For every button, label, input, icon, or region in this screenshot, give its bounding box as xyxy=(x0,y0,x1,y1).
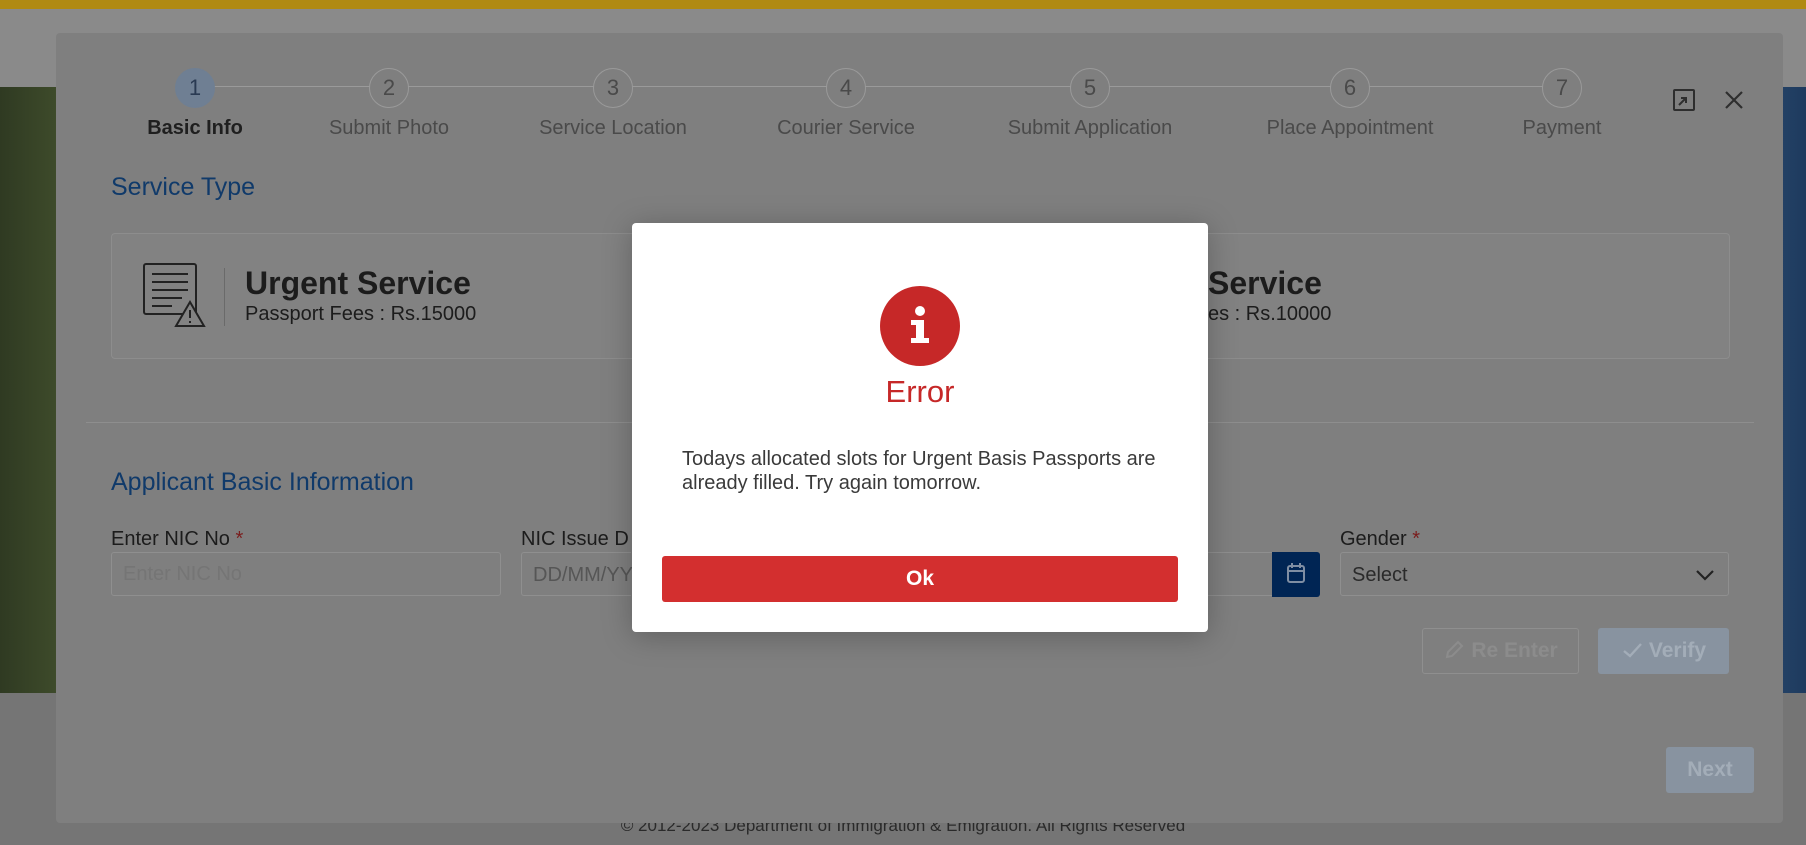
step-number: 1 xyxy=(175,68,215,108)
document-warning-icon xyxy=(142,262,206,328)
step-label: Submit Application xyxy=(1007,117,1173,139)
nic-issue-date-label: NIC Issue D xyxy=(521,528,629,550)
step-number: 4 xyxy=(826,68,866,108)
required-mark: * xyxy=(235,528,244,550)
normal-service-fee: es : Rs.10000 xyxy=(1208,303,1332,325)
calendar-button[interactable] xyxy=(1272,552,1320,597)
step-courier-service[interactable]: 4 Courier Service xyxy=(736,68,956,140)
step-number: 3 xyxy=(593,68,633,108)
check-icon xyxy=(1623,643,1642,658)
ok-button[interactable]: Ok xyxy=(662,556,1178,602)
step-label: Service Location xyxy=(539,117,687,139)
re-enter-label: Re Enter xyxy=(1471,639,1558,662)
verify-label: Verify xyxy=(1648,639,1707,662)
step-place-appointment[interactable]: 6 Place Appointment xyxy=(1240,68,1460,140)
service-type-title: Service Type xyxy=(111,173,256,201)
step-label: Place Appointment xyxy=(1266,117,1434,139)
close-icon[interactable] xyxy=(1720,86,1748,114)
step-label: Payment xyxy=(1522,117,1602,139)
gender-label-text: Gender xyxy=(1340,528,1407,550)
nic-input[interactable] xyxy=(111,552,501,596)
service-divider xyxy=(224,268,225,326)
wizard-stepper: 1 Basic Info 2 Submit Photo 3 Service Lo… xyxy=(0,0,1806,160)
gender-select[interactable]: Select xyxy=(1340,552,1729,596)
next-button[interactable]: Next xyxy=(1666,747,1754,793)
error-title: Error xyxy=(885,374,955,409)
step-number: 5 xyxy=(1070,68,1110,108)
step-payment[interactable]: 7 Payment xyxy=(1452,68,1672,140)
re-enter-button[interactable]: Re Enter xyxy=(1422,628,1579,674)
nic-label: Enter NIC No * xyxy=(111,528,243,551)
applicant-info-title: Applicant Basic Information xyxy=(111,468,414,496)
pencil-icon xyxy=(1446,640,1464,659)
step-submit-photo[interactable]: 2 Submit Photo xyxy=(279,68,499,140)
date-input[interactable] xyxy=(1208,552,1274,596)
nic-issue-date-input[interactable]: DD/MM/YY xyxy=(521,552,633,596)
required-mark: * xyxy=(1412,528,1421,550)
step-number: 6 xyxy=(1330,68,1370,108)
step-service-location[interactable]: 3 Service Location xyxy=(503,68,723,140)
step-label: Courier Service xyxy=(777,117,915,139)
nic-label-text: Enter NIC No xyxy=(111,528,230,550)
step-number: 7 xyxy=(1542,68,1582,108)
normal-service-title[interactable]: Service xyxy=(1208,265,1322,302)
info-icon xyxy=(880,286,960,366)
verify-button[interactable]: Verify xyxy=(1598,628,1729,674)
gender-select-value: Select xyxy=(1352,564,1408,586)
urgent-service-title[interactable]: Urgent Service xyxy=(245,265,471,302)
step-label: Submit Photo xyxy=(328,117,450,139)
step-label: Basic Info xyxy=(147,117,243,139)
chevron-down-icon xyxy=(1696,570,1714,581)
expand-icon[interactable] xyxy=(1670,86,1698,114)
step-submit-application[interactable]: 5 Submit Application xyxy=(980,68,1200,140)
step-basic-info[interactable]: 1 Basic Info xyxy=(85,68,305,140)
gender-label: Gender * xyxy=(1340,528,1420,551)
step-number: 2 xyxy=(369,68,409,108)
error-message: Todays allocated slots for Urgent Basis … xyxy=(682,448,1156,494)
urgent-service-fee: Passport Fees : Rs.15000 xyxy=(245,303,477,325)
